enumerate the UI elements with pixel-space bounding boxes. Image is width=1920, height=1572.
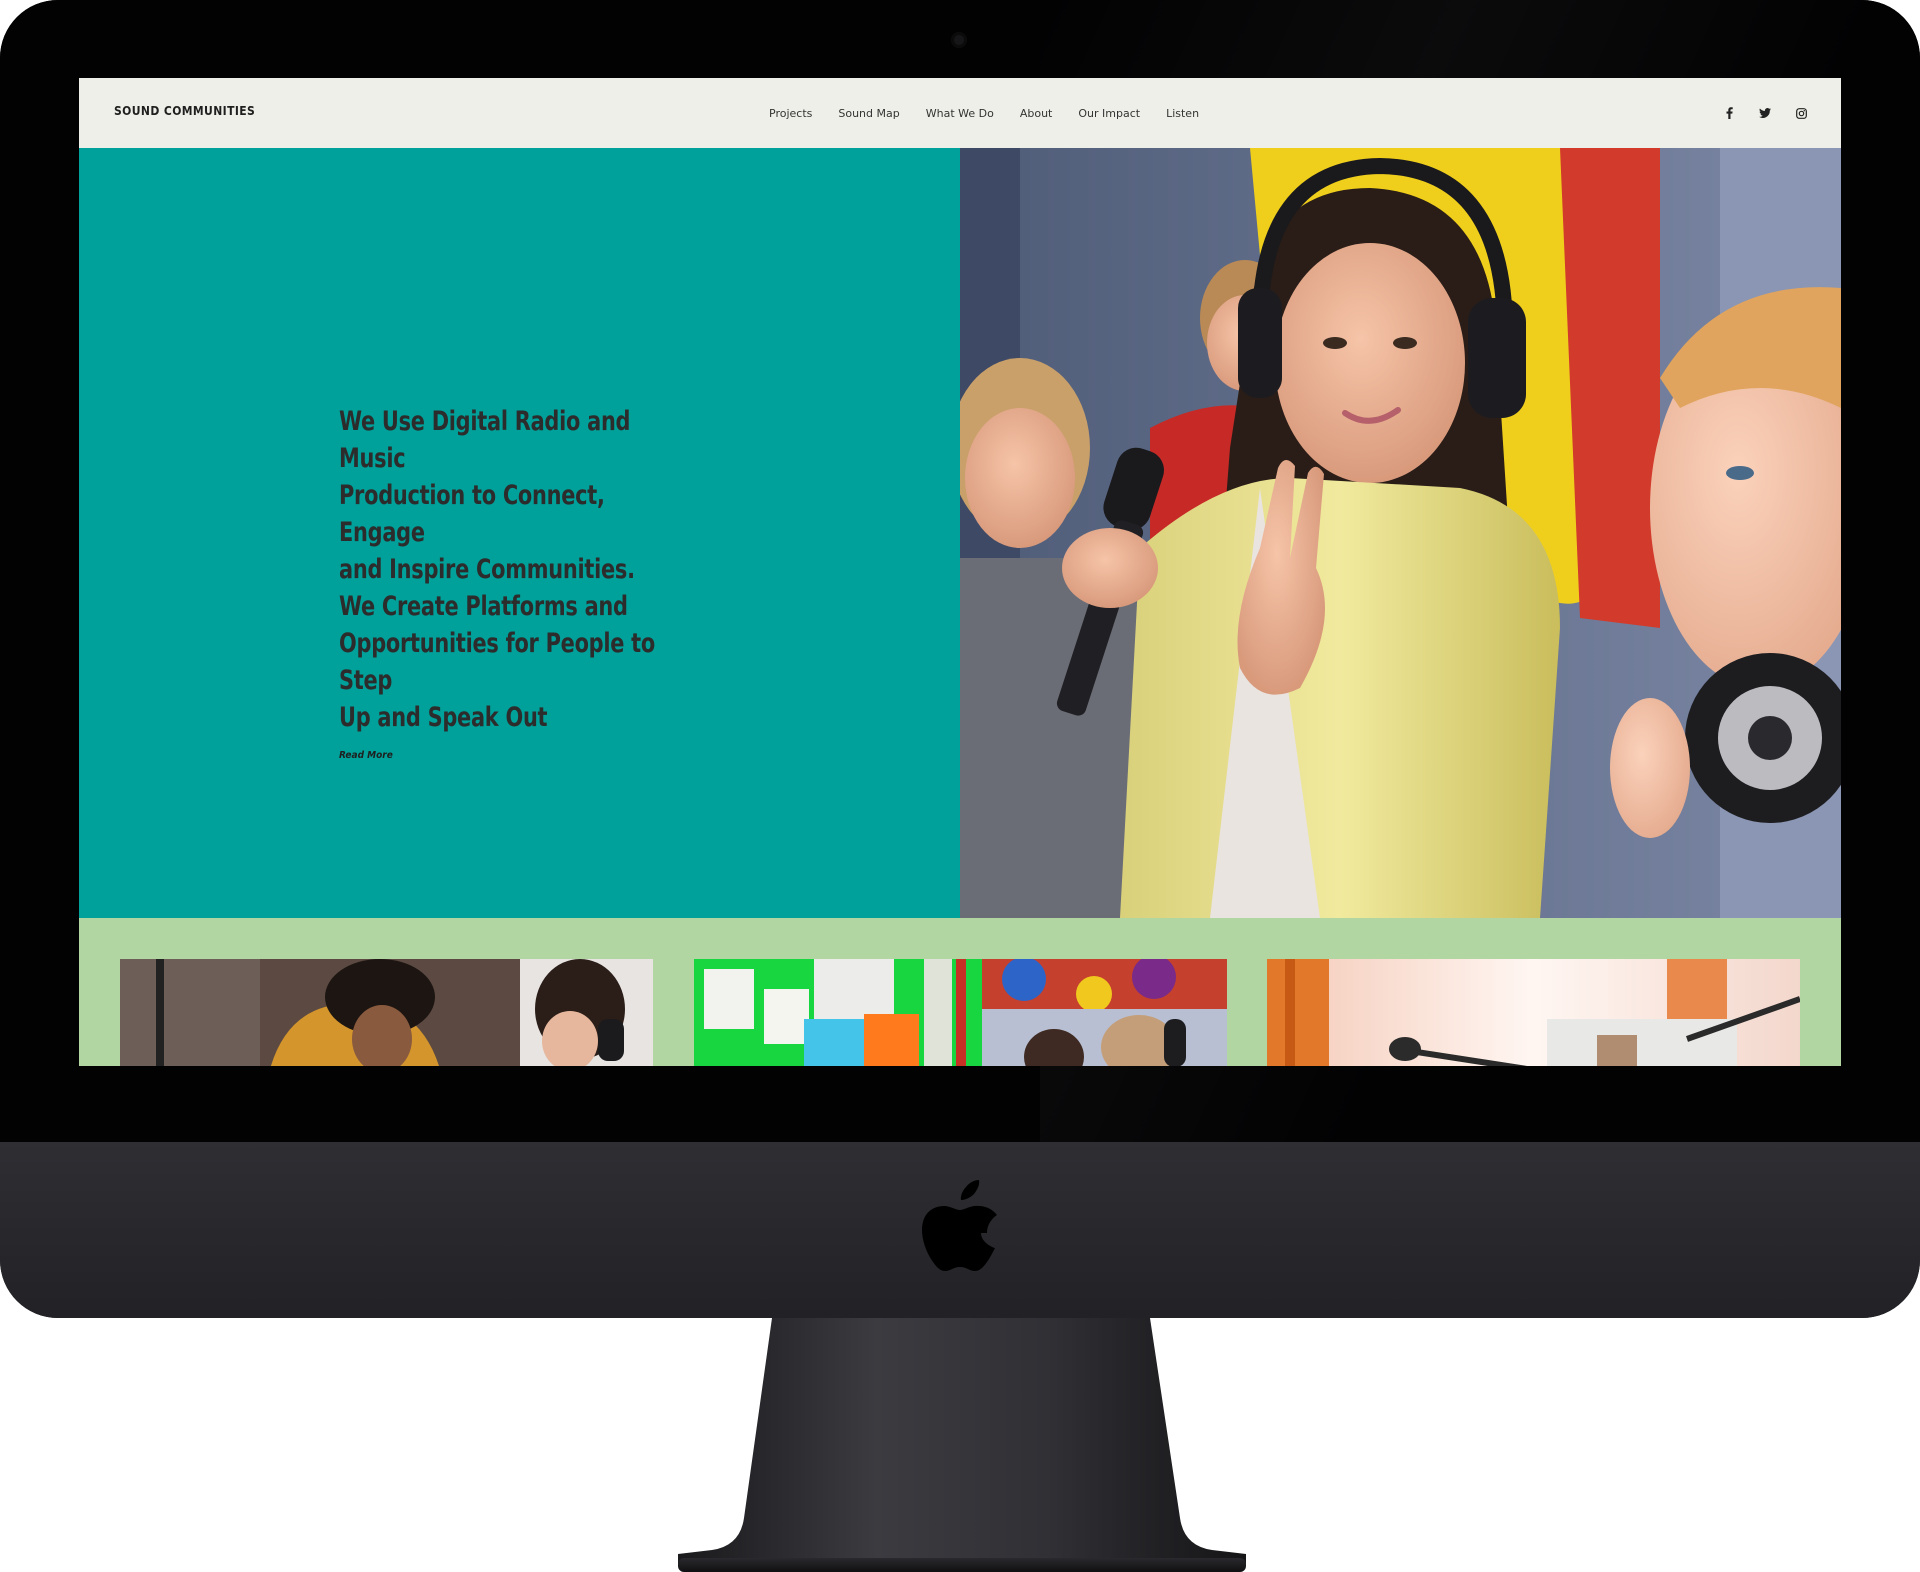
nav-item-listen[interactable]: Listen xyxy=(1166,107,1199,120)
imac-stand xyxy=(678,1318,1246,1572)
nav-item-sound-map[interactable]: Sound Map xyxy=(838,107,899,120)
website-screen: SOUND COMMUNITIES Projects Sound Map Wha… xyxy=(79,78,1841,1066)
hero-photo xyxy=(960,148,1841,918)
project-card[interactable] xyxy=(120,959,653,1066)
project-card-image xyxy=(1267,959,1800,1066)
twitter-icon[interactable] xyxy=(1757,105,1773,121)
camera xyxy=(951,32,967,48)
hero-heading-line: Production to Connect, Engage xyxy=(339,480,605,548)
hero-heading-line: Opportunities for People to Step xyxy=(339,628,656,696)
nav-item-about[interactable]: About xyxy=(1020,107,1053,120)
project-card-image xyxy=(694,959,1227,1066)
main-nav: Projects Sound Map What We Do About Our … xyxy=(769,107,1225,120)
projects-strip xyxy=(79,918,1841,1066)
apple-logo-icon xyxy=(922,1180,997,1271)
nav-item-projects[interactable]: Projects xyxy=(769,107,812,120)
hero-intro-panel: We Use Digital Radio and Music Productio… xyxy=(79,148,960,918)
instagram-icon[interactable] xyxy=(1793,105,1809,121)
project-card[interactable] xyxy=(1267,959,1800,1066)
site-header: SOUND COMMUNITIES Projects Sound Map Wha… xyxy=(79,78,1841,149)
hero-photo-illustration xyxy=(960,148,1841,918)
read-more-link[interactable]: Read More xyxy=(339,750,393,761)
hero-heading-line: and Inspire Communities. xyxy=(339,554,635,585)
project-card-image xyxy=(120,959,653,1066)
hero-heading-line: Up and Speak Out xyxy=(339,702,548,733)
nav-item-what-we-do[interactable]: What We Do xyxy=(926,107,994,120)
hero-heading-line: We Use Digital Radio and Music xyxy=(339,406,631,474)
nav-item-our-impact[interactable]: Our Impact xyxy=(1078,107,1140,120)
social-links xyxy=(1721,105,1809,121)
project-card[interactable] xyxy=(694,959,1227,1066)
site-logo[interactable]: SOUND COMMUNITIES xyxy=(114,104,255,118)
facebook-icon[interactable] xyxy=(1721,105,1737,121)
hero-text-block: We Use Digital Radio and Music Productio… xyxy=(339,403,719,763)
hero-heading-line: We Create Platforms and xyxy=(339,591,628,622)
hero-heading: We Use Digital Radio and Music Productio… xyxy=(339,403,666,736)
